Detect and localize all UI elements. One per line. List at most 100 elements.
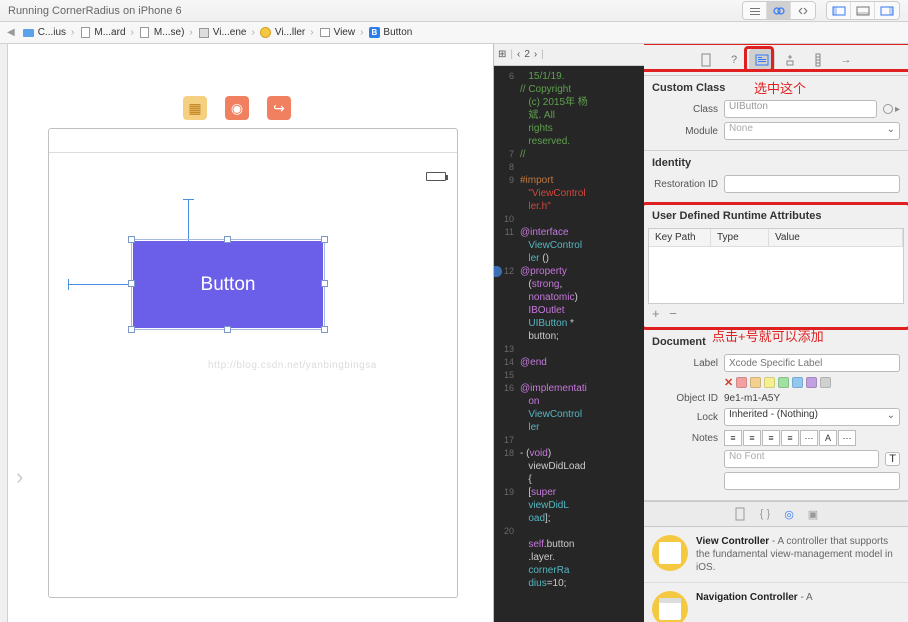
lock-select[interactable]: Inherited - (Nothing) bbox=[724, 408, 900, 426]
ib-uibutton[interactable]: Button bbox=[133, 241, 323, 328]
attributes-inspector-tab[interactable] bbox=[777, 49, 803, 71]
watermark: http://blog.csdn.net/yanbingbingsa bbox=[208, 360, 377, 371]
back-nav[interactable]: ◀ bbox=[4, 27, 18, 38]
crumb-base[interactable]: M...se) bbox=[136, 27, 188, 39]
library-file-tab[interactable] bbox=[734, 507, 746, 521]
crumb-storyboard[interactable]: M...ard bbox=[76, 27, 128, 39]
status-text: Running CornerRadius on iPhone 6 bbox=[8, 5, 742, 17]
resize-handle[interactable] bbox=[321, 326, 328, 333]
identity-inspector-tab[interactable] bbox=[749, 49, 775, 71]
inspector-tabs: ? → bbox=[644, 44, 908, 76]
list-button[interactable]: ⋯ bbox=[800, 430, 818, 446]
udra-header: User Defined Runtime Attributes bbox=[648, 210, 904, 222]
restoration-field[interactable] bbox=[724, 175, 900, 193]
udra-table[interactable]: Key Path Type Value bbox=[648, 228, 904, 304]
annotation-click-plus: 点击+号就可以添加 bbox=[712, 326, 824, 345]
resize-handle[interactable] bbox=[128, 236, 135, 243]
version-editor-button[interactable] bbox=[791, 2, 815, 19]
objectid-label: Object ID bbox=[652, 393, 718, 404]
library-object-tab[interactable]: ◎ bbox=[784, 508, 794, 521]
font-a-button[interactable]: A bbox=[819, 430, 837, 446]
resize-handle[interactable] bbox=[321, 280, 328, 287]
library-item-navcontroller[interactable]: Navigation Controller - A bbox=[644, 583, 908, 622]
align-right-button[interactable]: ≡ bbox=[762, 430, 780, 446]
code-nav-page: 2 bbox=[524, 49, 530, 60]
restoration-label: Restoration ID bbox=[652, 179, 718, 190]
standard-editor-button[interactable] bbox=[743, 2, 767, 19]
doc-label-field[interactable] bbox=[724, 354, 900, 372]
toggle-navigator-button[interactable] bbox=[827, 2, 851, 19]
crumb-scene[interactable]: Vi...ene bbox=[195, 27, 250, 39]
scene-icon bbox=[199, 28, 209, 38]
annotation-highlight bbox=[644, 44, 908, 72]
clear-color-icon[interactable]: ✕ bbox=[724, 376, 733, 389]
udra-col-keypath[interactable]: Key Path bbox=[649, 229, 711, 246]
library-code-tab[interactable]: { } bbox=[760, 508, 770, 520]
resize-handle[interactable] bbox=[128, 326, 135, 333]
inspector-panel: ? → 选中这个 Custom Class Class UIButton ▸ M… bbox=[644, 44, 908, 622]
class-field[interactable]: UIButton bbox=[724, 100, 877, 118]
library-item-viewcontroller[interactable]: View Controller - A controller that supp… bbox=[644, 527, 908, 583]
connections-inspector-tab[interactable]: → bbox=[833, 49, 859, 71]
interface-builder-canvas[interactable]: › ▦ ◉ ↪ Button http://blog.csdn.net/yan bbox=[8, 44, 494, 622]
objectid-value: 9e1-m1-A5Y bbox=[724, 393, 900, 404]
color-swatches[interactable]: ✕ bbox=[724, 376, 831, 389]
navcontroller-lib-icon bbox=[652, 591, 688, 622]
nav-arrow-icon[interactable]: › bbox=[16, 464, 23, 490]
ib-resolve-tool[interactable]: ↪ bbox=[267, 96, 291, 120]
udra-col-type[interactable]: Type bbox=[711, 229, 769, 246]
font-field[interactable]: No Font bbox=[724, 450, 879, 468]
font-picker-icon[interactable]: T bbox=[885, 452, 900, 466]
align-left-button[interactable]: ≡ bbox=[724, 430, 742, 446]
resize-handle[interactable] bbox=[321, 236, 328, 243]
udra-add-button[interactable]: + bbox=[652, 306, 660, 321]
size-inspector-tab[interactable] bbox=[805, 49, 831, 71]
lock-label: Lock bbox=[652, 412, 718, 423]
notes-label: Notes bbox=[652, 433, 718, 444]
code-jump-bar[interactable]: ⊞ | ‹ 2 › | bbox=[494, 44, 644, 66]
line-gutter: 6 789 1011 12 13141516 1718 19 20 bbox=[494, 70, 520, 590]
grid-icon[interactable]: ⊞ bbox=[498, 49, 506, 60]
code-content[interactable]: 15/1/19. // Copyright (c) 2015年 杨 斌. All… bbox=[520, 70, 644, 590]
notes-toolbar[interactable]: ≡ ≡ ≡ ≡ ⋯ A ⋯ bbox=[724, 430, 856, 446]
identity-header: Identity bbox=[652, 157, 900, 169]
align-justify-button[interactable]: ≡ bbox=[781, 430, 799, 446]
breadcrumb: ◀ C...ius › M...ard › M...se) › Vi...ene… bbox=[0, 22, 908, 44]
crumb-project[interactable]: C...ius bbox=[20, 27, 69, 39]
annotation-select-this: 选中这个 bbox=[754, 78, 806, 97]
resize-handle[interactable] bbox=[224, 236, 231, 243]
resize-handle[interactable] bbox=[128, 280, 135, 287]
module-label: Module bbox=[652, 126, 718, 137]
file-icon bbox=[140, 27, 149, 38]
udra-col-value[interactable]: Value bbox=[769, 229, 903, 246]
file-inspector-tab[interactable] bbox=[693, 49, 719, 71]
viewcontroller-icon bbox=[260, 27, 271, 38]
notes-textarea[interactable] bbox=[724, 472, 900, 490]
toggle-utilities-button[interactable] bbox=[875, 2, 899, 19]
code-editor[interactable]: ⊞ | ‹ 2 › | 6 789 1011 12 13141516 1718 … bbox=[494, 44, 644, 622]
more-button[interactable]: ⋯ bbox=[838, 430, 856, 446]
code-nav-fwd[interactable]: › bbox=[534, 49, 537, 60]
view-icon bbox=[320, 28, 330, 37]
crumb-view[interactable]: View bbox=[316, 27, 359, 39]
resize-handle[interactable] bbox=[224, 326, 231, 333]
module-select[interactable]: None bbox=[724, 122, 900, 140]
crumb-button[interactable]: BButton bbox=[365, 27, 415, 39]
breakpoint-icon[interactable] bbox=[494, 266, 502, 277]
toggle-debug-button[interactable] bbox=[851, 2, 875, 19]
class-arrow-icon[interactable]: ▸ bbox=[895, 104, 900, 115]
ib-align-tool[interactable]: ▦ bbox=[183, 96, 207, 120]
class-dot-icon[interactable] bbox=[883, 104, 893, 114]
code-nav-back[interactable]: ‹ bbox=[517, 49, 520, 60]
assistant-editor-button[interactable] bbox=[767, 2, 791, 19]
crumb-viewcontroller[interactable]: Vi...ller bbox=[257, 27, 308, 39]
folder-icon bbox=[23, 29, 34, 37]
class-label: Class bbox=[652, 104, 718, 115]
button-icon: B bbox=[369, 27, 380, 38]
ib-pin-tool[interactable]: ◉ bbox=[225, 96, 249, 120]
align-center-button[interactable]: ≡ bbox=[743, 430, 761, 446]
guide-vertical bbox=[188, 199, 189, 241]
udra-remove-button[interactable]: − bbox=[669, 306, 677, 321]
library-media-tab[interactable]: ▣ bbox=[808, 508, 818, 521]
quick-help-tab[interactable]: ? bbox=[721, 49, 747, 71]
